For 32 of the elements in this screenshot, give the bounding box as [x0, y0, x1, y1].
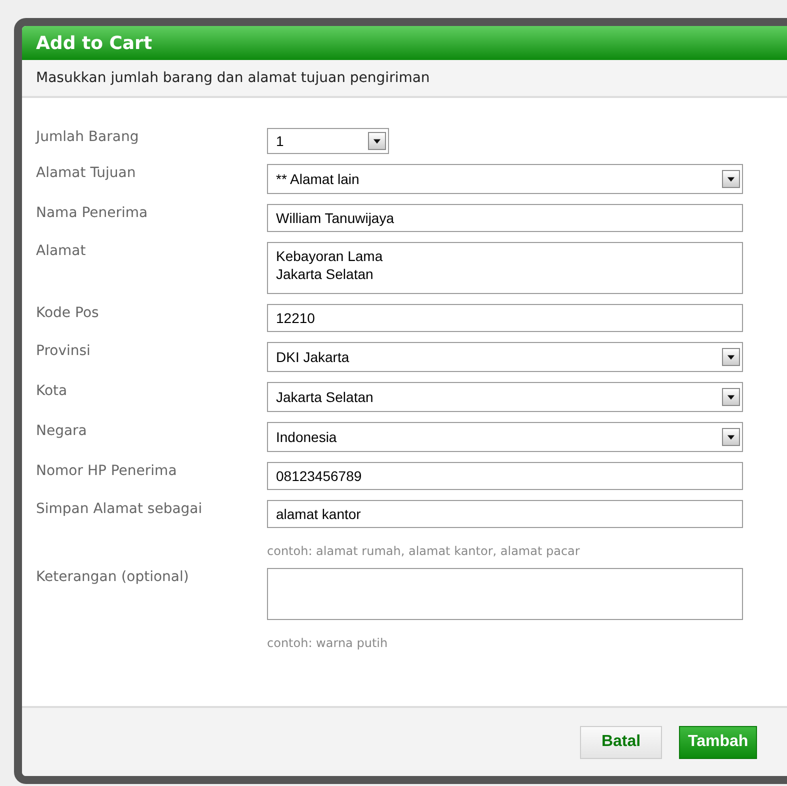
field-label: Kota: [36, 382, 68, 400]
field-label: Simpan Alamat sebagai: [36, 500, 204, 518]
dialog-title: Add to Cart: [22, 26, 787, 60]
caret-down-icon: [722, 388, 740, 406]
caret-down-icon: [368, 132, 386, 150]
dropdown[interactable]: DKI Jakarta: [267, 342, 743, 372]
caret-down-icon: [722, 348, 740, 366]
field-label: Provinsi: [36, 342, 92, 360]
field-label: Alamat: [36, 242, 87, 260]
dialog-subtitle: Masukkan jumlah barang dan alamat tujuan pengiriman: [22, 60, 787, 98]
text-field[interactable]: William Tanuwijaya: [267, 204, 743, 232]
dropdown[interactable]: Jakarta Selatan: [267, 382, 743, 412]
caret-down-icon: [722, 170, 740, 188]
field-hint: contoh: warna putih: [267, 636, 389, 650]
cancel-button[interactable]: Batal: [580, 726, 662, 758]
field-label: Keterangan (optional): [36, 568, 190, 586]
field-label: Nama Penerima: [36, 204, 149, 222]
dropdown[interactable]: Indonesia: [267, 422, 743, 452]
text-field[interactable]: alamat kantor: [267, 500, 743, 528]
text-area[interactable]: [267, 568, 743, 620]
text-area[interactable]: Kebayoran Lama Jakarta Selatan: [267, 242, 743, 294]
text-field[interactable]: 08123456789: [267, 462, 743, 490]
dropdown[interactable]: 1: [267, 128, 389, 154]
field-label: Jumlah Barang: [36, 128, 140, 146]
field-hint: contoh: alamat rumah, alamat kantor, alamat pacar: [267, 544, 581, 558]
caret-down-icon: [722, 428, 740, 446]
text-field[interactable]: 12210: [267, 304, 743, 332]
dropdown[interactable]: ** Alamat lain: [267, 164, 743, 194]
field-label: Kode Pos: [36, 304, 100, 322]
field-label: Alamat Tujuan: [36, 164, 137, 182]
field-label: Negara: [36, 422, 88, 440]
field-label: Nomor HP Penerima: [36, 462, 178, 480]
